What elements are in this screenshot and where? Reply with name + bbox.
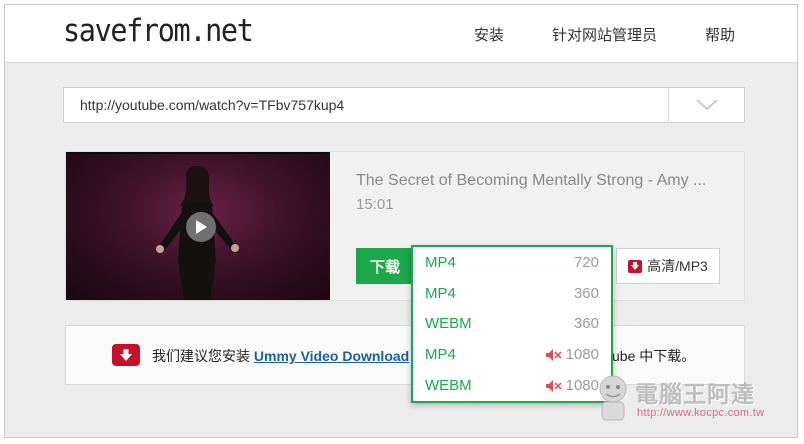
download-arrow-icon — [112, 344, 140, 366]
recommendation-text: 我们建议您安装 Ummy Video Download — [152, 346, 409, 366]
format-option[interactable]: MP4 360 — [413, 278, 611, 309]
format-quality: 1080 — [565, 346, 599, 364]
format-option[interactable]: WEBM 360 — [413, 309, 611, 340]
quality-wrap: 360 — [574, 285, 599, 302]
url-bar — [63, 87, 745, 123]
format-label: WEBM — [425, 315, 472, 333]
nav-install[interactable]: 安装 — [474, 24, 504, 45]
nav-webmasters[interactable]: 针对网站管理员 — [552, 24, 657, 45]
quality-wrap: 360 — [574, 315, 599, 332]
download-button[interactable]: 下载 — [356, 248, 414, 284]
format-label: WEBM — [425, 377, 472, 395]
play-icon[interactable] — [186, 212, 216, 242]
browser-frame: savefrom.net 安装 针对网站管理员 帮助 http://youtub… — [4, 4, 798, 438]
format-quality: 720 — [573, 253, 599, 271]
url-dropdown-toggle[interactable] — [668, 88, 744, 122]
site-logo[interactable]: savefrom.net — [63, 13, 254, 49]
format-label: MP4 — [425, 253, 456, 271]
muted-speaker-icon — [545, 348, 562, 361]
video-thumbnail[interactable] — [66, 152, 330, 300]
url-input[interactable] — [64, 88, 668, 122]
quality-wrap: 1080 — [545, 346, 599, 364]
format-quality: 1080 — [565, 377, 599, 395]
muted-speaker-icon — [545, 379, 562, 392]
video-title: The Secret of Becoming Mentally Strong -… — [356, 172, 707, 189]
format-dropdown: MP4 720 MP4 360 WEBM 360 MP4 1080 WEBM 1… — [411, 245, 613, 403]
quality-wrap: 720 — [574, 254, 599, 271]
format-quality: 360 — [573, 315, 599, 333]
top-nav: 安装 针对网站管理员 帮助 — [474, 5, 735, 63]
site-header: savefrom.net 安装 针对网站管理员 帮助 — [5, 5, 797, 63]
video-duration: 15:01 — [356, 196, 394, 213]
thumbnail-border — [66, 152, 330, 154]
hq-mp3-label: 高清/MP3 — [647, 258, 708, 274]
hq-mp3-button[interactable]: 高清/MP3 — [616, 248, 720, 284]
format-option[interactable]: WEBM 1080 — [413, 370, 611, 401]
format-label: MP4 — [425, 284, 456, 302]
nav-help[interactable]: 帮助 — [705, 24, 735, 45]
recommendation-bar: 我们建议您安装 Ummy Video Download ube 中下载。 — [65, 325, 745, 385]
video-result-card: The Secret of Becoming Mentally Strong -… — [65, 151, 745, 301]
format-option[interactable]: MP4 720 — [413, 247, 611, 278]
format-quality: 360 — [573, 284, 599, 302]
recommendation-suffix: ube 中下载。 — [612, 348, 696, 364]
watermark-url: http://www.kocpc.com.tw — [637, 407, 765, 419]
format-label: MP4 — [425, 346, 456, 364]
download-arrow-icon — [628, 259, 643, 273]
recommendation-prefix: 我们建议您安装 — [152, 348, 250, 364]
quality-wrap: 1080 — [545, 377, 599, 395]
chevron-down-icon — [695, 99, 718, 111]
format-option[interactable]: MP4 1080 — [413, 339, 611, 370]
ummy-link[interactable]: Ummy Video Download — [254, 348, 409, 364]
